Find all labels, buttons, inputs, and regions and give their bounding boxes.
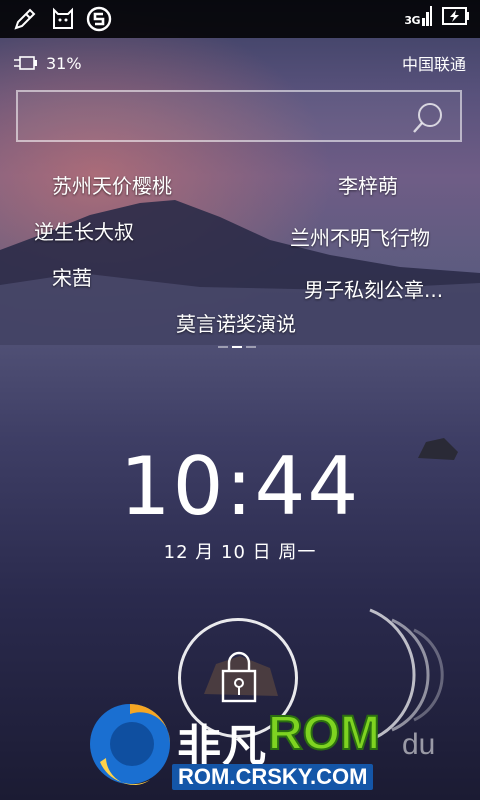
search-icon[interactable] xyxy=(410,100,446,136)
watermark-du: du xyxy=(402,728,436,761)
lock-clock-time: 10:44 xyxy=(119,440,361,533)
pager-dot xyxy=(218,346,228,348)
search-box[interactable] xyxy=(16,90,462,142)
battery-plug-icon xyxy=(14,56,37,70)
hot-words-pager xyxy=(218,346,256,348)
hot-word-item[interactable]: 莫言诺奖演说 xyxy=(176,308,296,337)
network-type-label: 3G xyxy=(404,14,420,27)
pager-dot-active xyxy=(232,346,242,348)
lock-clock-date: 12 月 10 日 周一 xyxy=(163,542,317,563)
battery-percent: 31% xyxy=(46,53,82,73)
edit-icon xyxy=(14,8,36,30)
status-bar: 3G xyxy=(0,0,480,38)
signal-3g-icon: 3G xyxy=(404,6,432,26)
pager-dot xyxy=(246,346,256,348)
hot-word-item[interactable]: 宋茜 xyxy=(52,262,92,291)
search-input[interactable] xyxy=(26,100,400,134)
carrier-name: 中国联通 xyxy=(401,55,466,74)
watermark-logo: 非凡 ROM du ROM.CRSKY.COM xyxy=(80,692,450,792)
bear-notification-icon xyxy=(53,7,73,29)
crsky-logo-icon xyxy=(90,704,171,786)
hot-word-item[interactable]: 男子私刻公章... xyxy=(304,274,443,303)
hot-word-item[interactable]: 苏州天价樱桃 xyxy=(52,170,172,199)
battery-info: 31% xyxy=(14,54,82,73)
hot-word-item[interactable]: 逆生长大叔 xyxy=(34,216,134,245)
info-row: 31% 中国联通 xyxy=(14,52,466,74)
hot-word-item[interactable]: 李梓萌 xyxy=(338,170,398,199)
battery-charging-icon xyxy=(442,7,469,25)
hot-word-item[interactable]: 兰州不明飞行物 xyxy=(290,222,430,251)
s-app-icon xyxy=(86,6,112,32)
watermark-url: ROM.CRSKY.COM xyxy=(172,764,374,790)
watermark-brand-rom: ROM xyxy=(267,706,381,761)
